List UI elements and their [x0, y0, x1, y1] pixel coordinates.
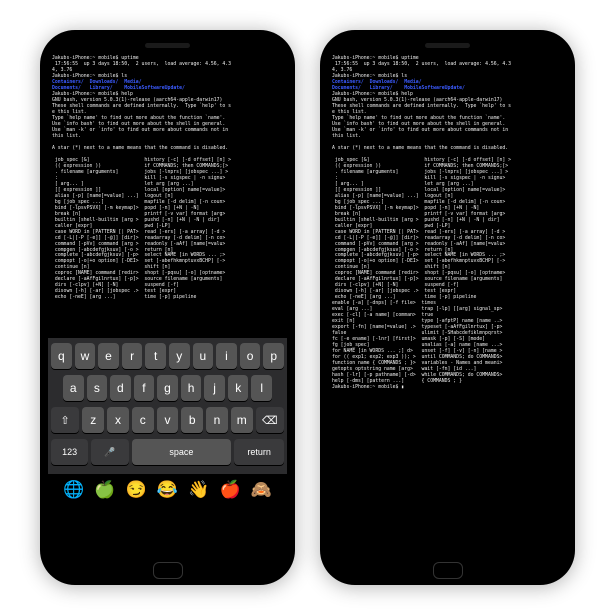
- phone-left: Jakubs-iPhone:~ mobile$ uptime 17:56:55 …: [40, 30, 295, 585]
- key-y[interactable]: y: [169, 343, 190, 369]
- key-t[interactable]: t: [145, 343, 166, 369]
- speaker-slot: [425, 43, 470, 48]
- dir: Downloads/: [90, 80, 119, 85]
- line: GNU bash, version 5.0.3(1)-release (aarc…: [332, 98, 502, 103]
- help-columns: job_spec [&] history [-c] [-d offset] [n…: [332, 158, 511, 301]
- key-q[interactable]: q: [51, 343, 72, 369]
- line: Jakubs-iPhone:~ mobile$ uptime: [332, 56, 419, 61]
- dir: Documents/: [332, 86, 361, 91]
- line: e this list.: [52, 110, 87, 115]
- key-p[interactable]: p: [263, 343, 284, 369]
- kb-row-2: a s d f g h j k l: [51, 375, 284, 401]
- mic-icon: 🎤: [104, 447, 115, 458]
- key-return[interactable]: return: [234, 439, 284, 465]
- key-j[interactable]: j: [204, 375, 225, 401]
- key-mic[interactable]: 🎤: [91, 439, 128, 465]
- line: Jakubs-iPhone:~ mobile$ help: [52, 92, 133, 97]
- key-shift[interactable]: ⇧: [51, 407, 79, 433]
- dir: Library/: [90, 86, 113, 91]
- line: Type `help name' to find out more about …: [52, 116, 225, 121]
- dir: Media/: [124, 80, 141, 85]
- line: Jakubs-iPhone:~ mobile$ uptime: [52, 56, 139, 61]
- line: A star (*) next to a name means that the…: [52, 146, 228, 151]
- key-l[interactable]: l: [251, 375, 272, 401]
- line: Jakubs-iPhone:~ mobile$ ls: [52, 74, 127, 79]
- emoji-see-no-evil[interactable]: 🙈: [251, 480, 272, 500]
- key-m[interactable]: m: [231, 407, 253, 433]
- line: A star (*) next to a name means that the…: [332, 146, 508, 151]
- emoji-bar: 🌐 🍏 😏 😂 👋 🍎 🙈: [48, 474, 287, 506]
- speaker-slot: [145, 43, 190, 48]
- key-o[interactable]: o: [240, 343, 261, 369]
- key-k[interactable]: k: [228, 375, 249, 401]
- emoji-red-apple[interactable]: 🍎: [219, 480, 240, 500]
- emoji-wave[interactable]: 👋: [188, 480, 209, 500]
- home-button[interactable]: [433, 562, 463, 579]
- line: These shell commands are defined interna…: [332, 104, 511, 109]
- line: this list.: [52, 134, 81, 139]
- key-i[interactable]: i: [216, 343, 237, 369]
- line: this list.: [332, 134, 361, 139]
- line: Jakubs-iPhone:~ mobile$ ls: [332, 74, 407, 79]
- key-e[interactable]: e: [98, 343, 119, 369]
- line: Use `info bash' to find out more about t…: [332, 122, 505, 127]
- help-columns-extra: enable [-a] [-dnps] [-f file> times eval…: [332, 301, 502, 390]
- line: 17:56:55 up 3 days 18:50, 2 users, load …: [52, 62, 231, 67]
- dir: Documents/: [52, 86, 81, 91]
- help-columns: job_spec [&] history [-c] [-d offset] [n…: [52, 158, 231, 301]
- home-button[interactable]: [153, 562, 183, 579]
- line: 4, 3.76: [52, 68, 72, 73]
- line: Use `man -k' or `info' to find out more …: [332, 128, 508, 133]
- line: 17:56:55 up 3 days 18:50, 2 users, load …: [332, 62, 511, 67]
- dir: Media/: [404, 80, 421, 85]
- key-f[interactable]: f: [134, 375, 155, 401]
- key-h[interactable]: h: [181, 375, 202, 401]
- key-s[interactable]: s: [87, 375, 108, 401]
- key-123[interactable]: 123: [51, 439, 88, 465]
- terminal-output-left: Jakubs-iPhone:~ mobile$ uptime 17:56:55 …: [48, 53, 287, 338]
- key-c[interactable]: c: [132, 407, 154, 433]
- key-w[interactable]: w: [75, 343, 96, 369]
- emoji-globe[interactable]: 🌐: [63, 480, 84, 500]
- key-z[interactable]: z: [82, 407, 104, 433]
- dir: MobileSoftwareUpdate/: [404, 86, 465, 91]
- line: GNU bash, version 5.0.3(1)-release (aarc…: [52, 98, 222, 103]
- key-x[interactable]: x: [107, 407, 129, 433]
- line: 4, 3.76: [332, 68, 352, 73]
- line: e this list.: [332, 110, 367, 115]
- key-v[interactable]: v: [157, 407, 179, 433]
- line: These shell commands are defined interna…: [52, 104, 231, 109]
- key-a[interactable]: a: [63, 375, 84, 401]
- screen-left: Jakubs-iPhone:~ mobile$ uptime 17:56:55 …: [48, 53, 287, 553]
- dir: MobileSoftwareUpdate/: [124, 86, 185, 91]
- dir: Library/: [370, 86, 393, 91]
- kb-row-1: q w e r t y u i o p: [51, 343, 284, 369]
- key-n[interactable]: n: [206, 407, 228, 433]
- kb-row-4: 123 🎤 space return: [51, 439, 284, 465]
- keyboard: q w e r t y u i o p a s d f g h j k l: [48, 338, 287, 474]
- emoji-green-apple[interactable]: 🍏: [94, 480, 115, 500]
- key-backspace[interactable]: ⌫: [256, 407, 284, 433]
- key-space[interactable]: space: [132, 439, 232, 465]
- kb-row-3: ⇧ z x c v b n m ⌫: [51, 407, 284, 433]
- dir: Containers/: [52, 80, 84, 85]
- emoji-smirk[interactable]: 😏: [126, 480, 147, 500]
- line: Use `info bash' to find out more about t…: [52, 122, 225, 127]
- key-b[interactable]: b: [181, 407, 203, 433]
- line: Type `help name' to find out more about …: [332, 116, 505, 121]
- line: Use `man -k' or `info' to find out more …: [52, 128, 228, 133]
- key-r[interactable]: r: [122, 343, 143, 369]
- emoji-joy[interactable]: 😂: [157, 480, 178, 500]
- key-d[interactable]: d: [110, 375, 131, 401]
- key-g[interactable]: g: [157, 375, 178, 401]
- dir: Downloads/: [370, 80, 399, 85]
- screen-right: Jakubs-iPhone:~ mobile$ uptime 17:56:55 …: [328, 53, 567, 558]
- dir: Containers/: [332, 80, 364, 85]
- key-u[interactable]: u: [193, 343, 214, 369]
- phone-right: Jakubs-iPhone:~ mobile$ uptime 17:56:55 …: [320, 30, 575, 585]
- terminal-output-right: Jakubs-iPhone:~ mobile$ uptime 17:56:55 …: [328, 53, 567, 558]
- line: Jakubs-iPhone:~ mobile$ help: [332, 92, 413, 97]
